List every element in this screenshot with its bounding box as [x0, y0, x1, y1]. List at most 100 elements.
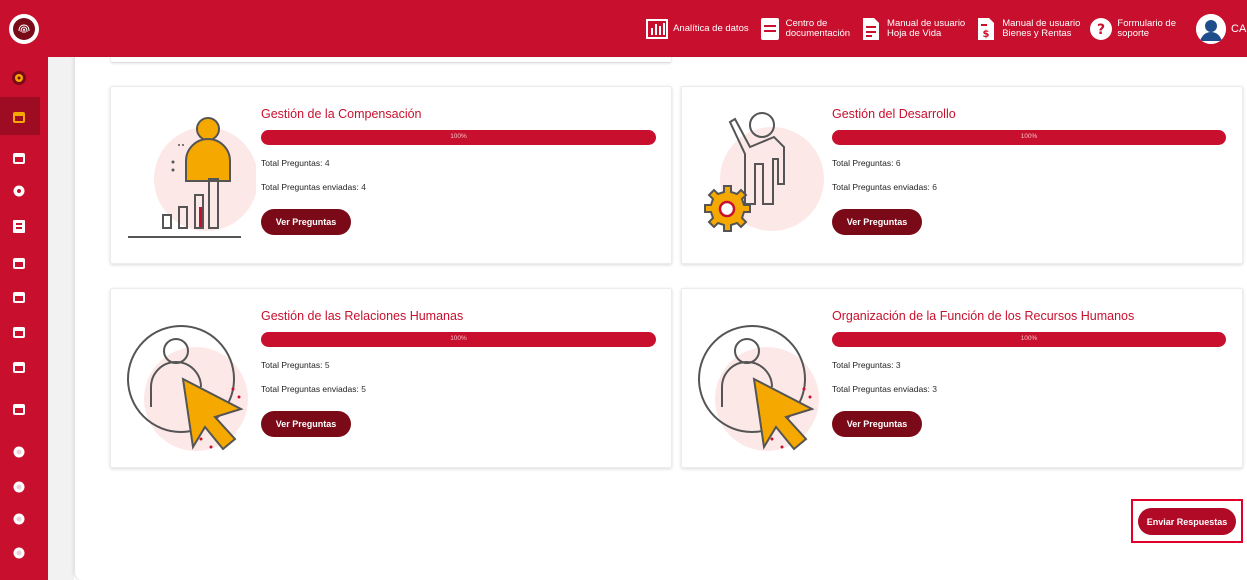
sent-questions-label: Total Preguntas enviadas:	[832, 384, 930, 394]
sent-questions-label: Total Preguntas enviadas:	[261, 182, 359, 192]
sidebar-item-calendar-1[interactable]	[9, 148, 29, 168]
view-questions-button[interactable]: Ver Preguntas	[261, 209, 351, 235]
sidebar-item-calendar-2[interactable]	[9, 253, 29, 273]
sent-questions: Total Preguntas enviadas: 6	[832, 182, 937, 192]
sidebar-item-calendar-6[interactable]	[9, 399, 29, 419]
progress-bar: 100%	[261, 130, 656, 145]
total-questions-label: Total Preguntas:	[832, 360, 894, 370]
previous-card-edge	[110, 57, 672, 63]
sidebar-item-settings[interactable]	[9, 68, 29, 88]
nav-manual-cv-label: Manual de usuario Hoja de Vida	[887, 17, 966, 39]
total-questions-label: Total Preguntas:	[261, 158, 323, 168]
total-questions-label: Total Preguntas:	[832, 158, 894, 168]
total-questions-label: Total Preguntas:	[261, 360, 323, 370]
nav-documentation[interactable]: Centro de documentación	[759, 17, 851, 40]
money-document-icon: $	[975, 17, 997, 40]
sidebar	[0, 57, 48, 580]
user-name: CA	[1231, 23, 1247, 34]
circle-icon	[13, 481, 25, 493]
total-questions-value: 3	[895, 360, 901, 370]
compensation-icon	[128, 117, 256, 238]
sent-questions-label: Total Preguntas enviadas:	[261, 384, 359, 394]
progress-bar: 100%	[832, 332, 1226, 347]
user-cursor-icon	[698, 325, 819, 451]
sidebar-item-contacts[interactable]	[9, 216, 29, 236]
calendar-icon	[13, 327, 25, 338]
calendar-icon	[13, 292, 25, 303]
sent-questions-value: 5	[361, 384, 366, 394]
nav-manual-assets[interactable]: $ Manual de usuario Bienes y Rentas	[975, 17, 1081, 40]
svg-text:$: $	[983, 29, 990, 40]
nav-documentation-label: Centro de documentación	[785, 17, 851, 39]
total-questions: Total Preguntas: 5	[261, 360, 330, 370]
total-questions: Total Preguntas: 3	[832, 360, 901, 370]
sent-questions-value: 6	[932, 182, 937, 192]
total-questions-value: 5	[324, 360, 330, 370]
total-questions: Total Preguntas: 6	[832, 158, 901, 168]
document-icon	[759, 17, 781, 40]
sent-questions-value: 3	[932, 384, 937, 394]
view-questions-button[interactable]: Ver Preguntas	[832, 411, 922, 437]
contact-book-icon	[13, 219, 25, 233]
card-title: Gestión del Desarrollo	[832, 107, 956, 121]
submit-highlight-box: Enviar Respuestas	[1131, 499, 1243, 543]
sidebar-item-circle-4[interactable]	[9, 543, 29, 563]
sidebar-gutter	[48, 57, 74, 580]
nav-analytics-label: Analítica de datos	[673, 22, 749, 34]
calendar-icon	[13, 258, 25, 269]
sidebar-item-circle-1[interactable]	[9, 442, 29, 462]
progress-label: 100%	[1020, 335, 1038, 342]
view-questions-button[interactable]: Ver Preguntas	[832, 209, 922, 235]
card-human-relations: Gestión de las Relaciones Humanas 100% T…	[110, 288, 672, 468]
progress-label: 100%	[450, 335, 467, 342]
progress-bar: 100%	[832, 130, 1226, 145]
sent-questions: Total Preguntas enviadas: 4	[261, 182, 366, 192]
total-questions-value: 4	[324, 158, 330, 168]
sent-questions: Total Preguntas enviadas: 5	[261, 384, 366, 394]
total-questions: Total Preguntas: 4	[261, 158, 330, 168]
card-compensation: Gestión de la Compensación 100% Total Pr…	[110, 86, 672, 264]
avatar	[1196, 13, 1226, 44]
sidebar-item-circle-3[interactable]	[9, 509, 29, 529]
view-questions-button[interactable]: Ver Preguntas	[261, 411, 351, 437]
top-bar: Analítica de datos Centro de documentaci…	[0, 0, 1247, 57]
sidebar-item-circle-2[interactable]	[9, 477, 29, 497]
fingerprint-logo-icon	[9, 13, 39, 44]
card-development: Gestión del Desarrollo 100% Total Pregun…	[681, 86, 1243, 264]
card-title: Gestión de las Relaciones Humanas	[261, 309, 464, 323]
calendar-icon	[13, 362, 25, 373]
calendar-icon	[13, 404, 25, 415]
nav-support-form[interactable]: ? Formulario de soporte	[1090, 17, 1176, 40]
sidebar-item-gear[interactable]	[9, 181, 29, 201]
gear-icon	[13, 185, 25, 197]
nav-support-form-label: Formulario de soporte	[1117, 17, 1176, 39]
development-gear-icon	[704, 112, 824, 232]
sidebar-item-calendar-5[interactable]	[9, 357, 29, 377]
svg-text:?: ?	[1097, 22, 1105, 38]
card-title: Gestión de la Compensación	[261, 107, 422, 121]
sent-questions-value: 4	[361, 182, 366, 192]
progress-label: 100%	[450, 133, 467, 140]
progress-bar: 100%	[261, 332, 656, 347]
circle-icon	[13, 513, 25, 525]
nav-manual-cv[interactable]: Manual de usuario Hoja de Vida	[860, 17, 966, 40]
app-logo[interactable]	[0, 0, 48, 57]
circle-icon	[13, 547, 25, 559]
submit-answers-button[interactable]: Enviar Respuestas	[1138, 508, 1236, 535]
sent-questions-label: Total Preguntas enviadas:	[832, 182, 930, 192]
user-menu[interactable]: CA	[1196, 13, 1247, 44]
manual-document-icon	[860, 17, 882, 40]
nav-manual-assets-label: Manual de usuario Bienes y Rentas	[1002, 17, 1081, 39]
circle-icon	[13, 446, 25, 458]
sidebar-item-calendar-3[interactable]	[9, 287, 29, 307]
card-hr-organization: Organización de la Función de los Recurs…	[681, 288, 1243, 468]
nav-analytics[interactable]: Analítica de datos	[646, 18, 749, 40]
help-icon: ?	[1090, 17, 1113, 40]
gear-icon	[12, 71, 26, 85]
card-title: Organización de la Función de los Recurs…	[832, 309, 1135, 323]
sidebar-item-calendar-active[interactable]	[9, 107, 29, 127]
sent-questions: Total Preguntas enviadas: 3	[832, 384, 937, 394]
top-navigation: Analítica de datos Centro de documentaci…	[646, 0, 1247, 57]
progress-label: 100%	[1020, 133, 1038, 140]
sidebar-item-calendar-4[interactable]	[9, 322, 29, 342]
